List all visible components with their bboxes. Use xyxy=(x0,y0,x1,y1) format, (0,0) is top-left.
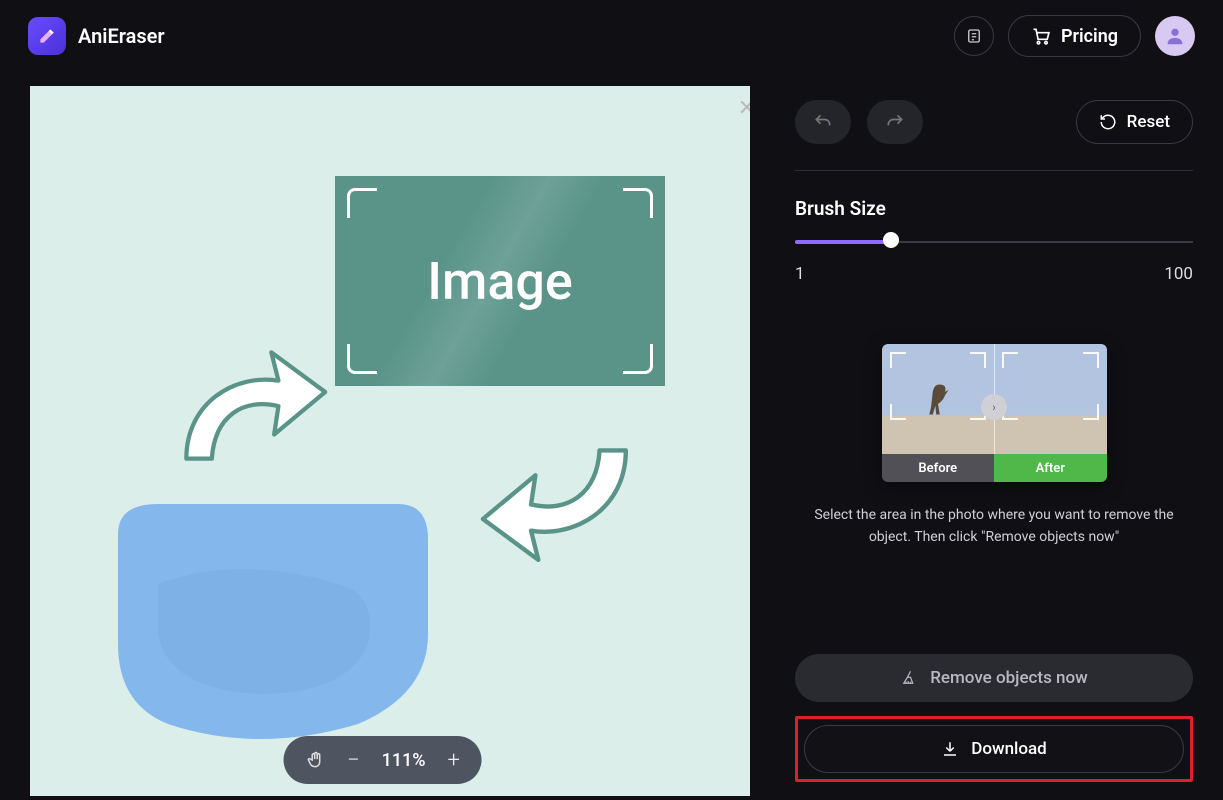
remove-label: Remove objects now xyxy=(930,668,1088,688)
download-button[interactable]: Download xyxy=(804,725,1184,773)
slider-range-labels: 1 100 xyxy=(795,264,1193,284)
image-placeholder-label: Image xyxy=(427,251,572,312)
broom-icon xyxy=(900,669,918,687)
notes-icon[interactable] xyxy=(954,16,994,56)
instruction-text: Select the area in the photo where you w… xyxy=(804,504,1184,549)
zoom-out-button[interactable]: − xyxy=(347,748,360,773)
bird-icon xyxy=(920,376,956,418)
swap-arrow-icon xyxy=(158,324,328,494)
action-buttons: Remove objects now Download xyxy=(795,654,1193,782)
user-avatar[interactable] xyxy=(1155,16,1195,56)
before-after-preview: Before After › xyxy=(882,344,1107,482)
brush-max: 100 xyxy=(1164,264,1193,284)
brush-size-slider[interactable] xyxy=(795,238,1193,246)
zoom-in-button[interactable]: + xyxy=(448,748,460,773)
pricing-label: Pricing xyxy=(1061,26,1118,47)
after-label: After xyxy=(994,454,1107,482)
divider xyxy=(795,170,1193,171)
brush-min: 1 xyxy=(795,264,805,284)
slider-thumb[interactable] xyxy=(883,232,899,248)
redo-button[interactable] xyxy=(867,100,923,144)
before-side: Before xyxy=(882,344,995,482)
canvas[interactable]: ✕ Image xyxy=(30,86,750,796)
after-side: After xyxy=(994,344,1107,482)
app-header: AniEraser Pricing xyxy=(0,0,1223,72)
download-label: Download xyxy=(971,739,1047,759)
before-label: Before xyxy=(882,454,995,482)
app-logo-icon xyxy=(28,17,66,55)
brand-name: AniEraser xyxy=(78,24,165,48)
canvas-area: ✕ Image xyxy=(0,72,765,800)
zoom-toolbar: − 111% + xyxy=(283,736,482,784)
swap-arrow-icon xyxy=(480,414,655,589)
result-shape xyxy=(108,494,438,744)
reset-icon xyxy=(1099,113,1117,131)
brand: AniEraser xyxy=(28,17,165,55)
remove-objects-button[interactable]: Remove objects now xyxy=(795,654,1193,702)
compare-handle-icon[interactable]: › xyxy=(981,394,1007,420)
undo-button[interactable] xyxy=(795,100,851,144)
pan-hand-icon[interactable] xyxy=(305,750,325,770)
pricing-button[interactable]: Pricing xyxy=(1008,15,1141,57)
download-highlight: Download xyxy=(795,716,1193,782)
cart-icon xyxy=(1031,26,1051,46)
image-placeholder: Image xyxy=(335,176,665,386)
main-layout: ✕ Image xyxy=(0,72,1223,800)
close-icon[interactable]: ✕ xyxy=(738,96,750,121)
panel-top-row: Reset xyxy=(795,100,1193,144)
history-buttons xyxy=(795,100,923,144)
preview-block: Before After › Select the area in the ph… xyxy=(795,344,1193,654)
zoom-value: 111% xyxy=(382,750,426,771)
brush-size-label: Brush Size xyxy=(795,197,1193,220)
header-actions: Pricing xyxy=(954,15,1195,57)
download-icon xyxy=(941,740,959,758)
reset-label: Reset xyxy=(1127,112,1170,132)
side-panel: Reset Brush Size 1 100 xyxy=(765,72,1223,800)
reset-button[interactable]: Reset xyxy=(1076,100,1193,144)
